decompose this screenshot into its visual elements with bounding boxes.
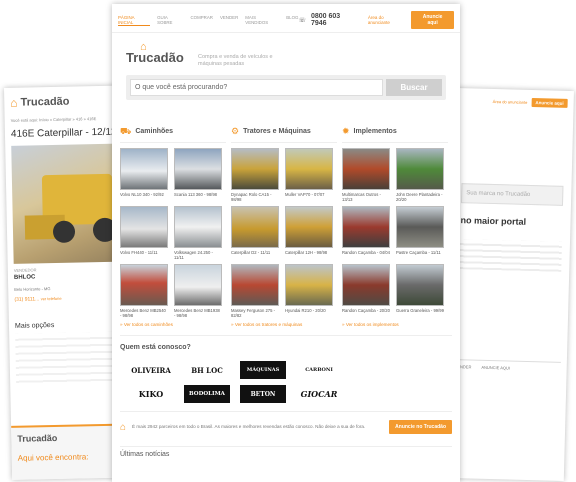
listing-thumb[interactable]: Caterpillar D2 - 11/11 — [231, 206, 279, 260]
nav-vender[interactable]: VENDER — [220, 15, 238, 26]
listing-thumb[interactable]: Volvo NL10 340 - 92/92 — [120, 148, 168, 202]
nav-mais-vendidos[interactable]: MAIS VENDIDOS — [245, 15, 279, 26]
roof-icon: ⌂ — [120, 421, 127, 433]
partner-logo[interactable]: BH LOC — [184, 361, 230, 379]
partner-logo[interactable]: KIKO — [128, 385, 174, 403]
category-caminhoes: ⛟ Caminhões Volvo NL10 340 - 92/92 Scani… — [120, 125, 226, 327]
listing-thumb[interactable]: Randon Caçamba - 20/20 — [342, 264, 390, 318]
partner-logo[interactable]: BODOLIMA — [184, 385, 230, 403]
category-implementos: ✹ Implementos Multimarcas Outros - 13/13… — [342, 125, 448, 327]
listing-thumb[interactable]: Randon Caçamba - 04/04 — [342, 206, 390, 260]
category-title: Implementos — [353, 128, 397, 135]
nav-blog[interactable]: BLOG — [286, 15, 298, 26]
right-area-link[interactable]: Área do anunciante — [493, 99, 528, 105]
listing-thumb[interactable]: Massey Ferguson 275 - 82/82 — [231, 264, 279, 318]
category-tratores: ⚙ Tratores e Máquinas Dynapac Rolo CA15 … — [231, 125, 337, 327]
partner-logo[interactable]: BETON — [240, 385, 286, 403]
see-all-link[interactable]: » Ver todos os caminhões — [120, 322, 226, 327]
brand-logo[interactable]: ⌂ Trucadão — [126, 41, 188, 67]
listing-thumb[interactable]: Hyundai R210 - 20/20 — [285, 264, 333, 318]
truck-icon: ⛟ — [120, 125, 132, 136]
right-headline: no maior portal — [460, 215, 527, 227]
listing-thumb[interactable]: Multimarcas Outros - 13/13 — [342, 148, 390, 202]
anuncie-trucadao-button[interactable]: Anuncie no Trucadão — [389, 420, 452, 434]
partner-logo[interactable]: MÁQUINAS — [240, 361, 286, 379]
show-phone-link[interactable]: ver telefone — [41, 296, 62, 301]
top-nav: PÁGINA INICIAL GUIA SOBRE COMPRAR VENDER… — [112, 4, 460, 33]
promo-banner: ⌂ É mais 2942 parceiros em todo o Brasil… — [120, 411, 452, 434]
category-title: Tratores e Máquinas — [243, 128, 311, 135]
listing-thumb[interactable]: Scania 113 360 - 98/98 — [174, 148, 222, 202]
tagline: Compra e venda de veículos e máquinas pe… — [198, 54, 273, 67]
anuncie-aqui-button[interactable]: Anuncie aqui — [411, 11, 455, 29]
listing-thumb[interactable]: Guerra Graneleira - 99/99 — [396, 264, 444, 318]
see-all-link[interactable]: » Ver todos os tratores e máquinas — [231, 322, 337, 327]
phone-icon: ☏ — [298, 17, 306, 24]
right-anuncie-button[interactable]: Anuncie aqui — [531, 97, 568, 108]
partner-logo[interactable]: GIOCAR — [296, 385, 342, 403]
category-title: Caminhões — [135, 128, 174, 135]
tractor-icon: ⚙ — [231, 126, 240, 136]
listing-thumb[interactable]: Mercedes Benz MB1938 - 98/98 — [174, 264, 222, 318]
categories: ⛟ Caminhões Volvo NL10 340 - 92/92 Scani… — [112, 119, 460, 327]
right-body-text — [459, 239, 563, 272]
search-bar: O que você está procurando? Buscar — [126, 75, 446, 100]
partner-logo[interactable]: OLIVEIRA — [128, 361, 174, 379]
phone-number: 0800 603 7946 — [310, 13, 341, 27]
partners-section: Quem está conosco? OLIVEIRA BH LOC MÁQUI… — [120, 335, 452, 403]
promo-text: É mais 2942 parceiros em todo o Brasil. … — [132, 424, 366, 430]
listing-thumb[interactable]: Muller VAP70 - 07/07 — [285, 148, 333, 202]
seller-phone: (31) 9111... — [14, 296, 40, 303]
listing-thumb[interactable]: Volvo FH440 - 11/11 — [120, 206, 168, 260]
listing-thumb[interactable]: Mercedes Benz MB2540 - 98/98 — [120, 264, 168, 318]
see-all-link[interactable]: » Ver todos os implementos — [342, 322, 448, 327]
news-section: Últimas notícias — [120, 446, 452, 458]
listing-thumb[interactable]: Caterpillar 12H - 98/98 — [285, 206, 333, 260]
right-page-advertise: Área do anunciante Anuncie aqui Sua marc… — [445, 88, 574, 481]
news-title: Últimas notícias — [120, 451, 170, 458]
nav-home[interactable]: PÁGINA INICIAL — [118, 15, 151, 26]
right-search-input[interactable]: Sua marca no Trucadão — [460, 183, 564, 206]
area-anunciante-link[interactable]: Área do anunciante — [368, 15, 406, 25]
main-home-page: PÁGINA INICIAL GUIA SOBRE COMPRAR VENDER… — [112, 4, 460, 482]
roof-icon: ⌂ — [10, 95, 18, 110]
gear-icon: ✹ — [342, 126, 350, 136]
listing-thumb[interactable]: John Deere Plantadeira - 20/20 — [396, 148, 444, 202]
nav-guia[interactable]: GUIA SOBRE — [157, 15, 183, 26]
search-input[interactable]: O que você está procurando? — [130, 79, 383, 96]
nav-comprar[interactable]: COMPRAR — [191, 15, 213, 26]
nav-links: PÁGINA INICIAL GUIA SOBRE COMPRAR VENDER… — [118, 15, 298, 26]
listing-thumb[interactable]: Dynapac Rolo CA15 - 98/98 — [231, 148, 279, 202]
search-button[interactable]: Buscar — [386, 79, 442, 96]
partners-title: Quem está conosco? — [120, 344, 191, 351]
partner-logo[interactable]: CARBONI — [296, 361, 342, 379]
listing-thumb[interactable]: Pastre Caçamba - 11/11 — [396, 206, 444, 260]
listing-thumb[interactable]: Volkswagen 24.250 - 11/11 — [174, 206, 222, 260]
right-footer-col-anuncie: ANUNCIE AQUI — [481, 364, 511, 371]
